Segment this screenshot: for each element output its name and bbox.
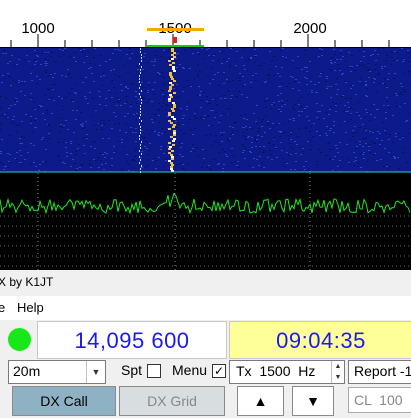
- down-arrow-button[interactable]: ▼: [292, 386, 334, 416]
- program-credit: X by K1JT: [0, 275, 54, 289]
- frequency-scale[interactable]: 1000 1500 2000: [0, 0, 411, 48]
- status-indicator: [8, 328, 31, 351]
- report-spinbox[interactable]: Report -1: [348, 360, 411, 384]
- menu-bar: e Help: [0, 296, 411, 320]
- menu-item-help[interactable]: Help: [17, 300, 44, 315]
- menu-item-edit[interactable]: e: [0, 300, 5, 315]
- band-value: 20m: [13, 363, 41, 379]
- tx-frequency-marker[interactable]: [147, 45, 204, 47]
- report-value: Report -1: [354, 363, 411, 379]
- menu-checkbox[interactable]: ✓: [212, 364, 226, 378]
- band-select[interactable]: 20m ▼: [8, 360, 106, 384]
- utc-clock-display: 09:04:35: [229, 321, 411, 359]
- up-arrow-button[interactable]: ▲: [237, 386, 284, 416]
- spin-up-icon[interactable]: ▲: [331, 361, 344, 372]
- cl-spinbox[interactable]: CL 100 °: [348, 387, 411, 413]
- spot-checkbox[interactable]: [147, 364, 161, 378]
- tx-frequency-spinbox[interactable]: Tx 1500 Hz ▲ ▼: [229, 360, 345, 384]
- utc-time: 09:04:35: [276, 328, 366, 353]
- dial-frequency-display: 14,095 600: [37, 321, 227, 359]
- app-title-fragment: X by K1JT: [0, 270, 411, 296]
- tx-frequency-value: Tx 1500 Hz: [236, 363, 316, 379]
- waterfall-plot[interactable]: [0, 48, 411, 270]
- dial-frequency: 14,095 600: [74, 328, 190, 353]
- spot-label: Spt: [121, 362, 143, 378]
- menu-label: Menu: [172, 362, 208, 378]
- cl-value: CL 100 °: [354, 392, 411, 408]
- waterfall-window[interactable]: 1000 1500 2000: [0, 0, 411, 270]
- spin-down-icon[interactable]: ▼: [331, 372, 344, 383]
- rx-frequency-pin: [173, 37, 177, 43]
- rx-frequency-marker[interactable]: [147, 28, 204, 31]
- chevron-down-icon[interactable]: ▼: [86, 361, 105, 383]
- dx-call-button[interactable]: DX Call: [12, 386, 116, 416]
- dx-grid-button[interactable]: DX Grid: [119, 386, 225, 416]
- scale-ticks: [10, 28, 390, 47]
- waterfall-canvas: [0, 48, 411, 270]
